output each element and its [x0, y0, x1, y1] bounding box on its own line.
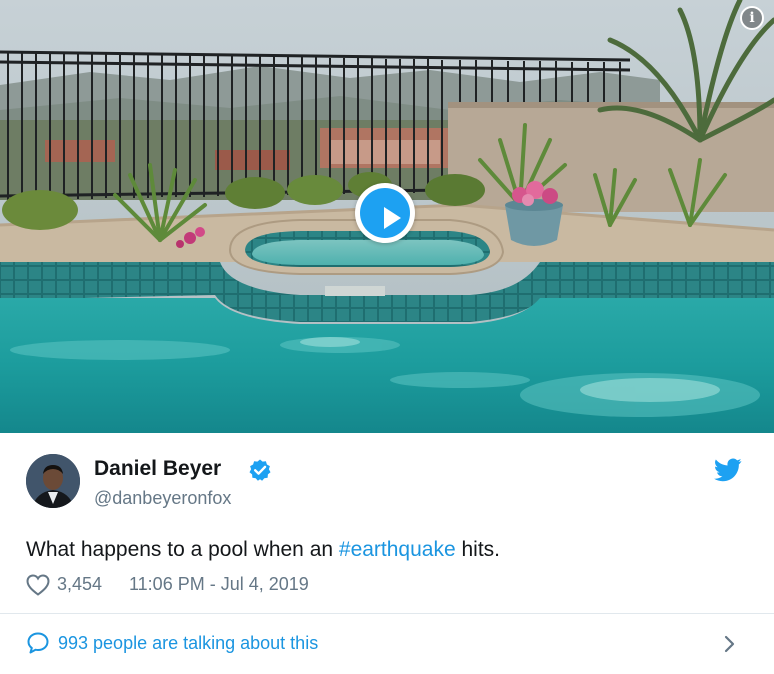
- hashtag-link[interactable]: #earthquake: [339, 538, 456, 561]
- talking-about-text: 993 people are talking about this: [58, 633, 319, 653]
- tweet-video[interactable]: i: [0, 0, 774, 433]
- play-button[interactable]: [355, 183, 415, 243]
- play-icon: [360, 188, 410, 238]
- author-handle[interactable]: @danbeyeronfox: [94, 488, 231, 509]
- like-count[interactable]: 3,454: [57, 574, 102, 595]
- tweet-text-after: hits.: [455, 538, 501, 561]
- embedded-tweet-card: i Daniel Beyer @danbeyeronfox What happe…: [0, 0, 774, 674]
- chevron-right-icon: [724, 635, 735, 653]
- conversation-link[interactable]: 993 people are talking about this: [0, 614, 774, 674]
- verified-badge-icon: [249, 459, 271, 481]
- tweet-timestamp[interactable]: 11:06 PM - Jul 4, 2019: [129, 574, 309, 595]
- speech-bubble-icon: [27, 632, 49, 654]
- tweet-text-before: What happens to a pool when an: [26, 538, 339, 561]
- heart-icon[interactable]: [26, 574, 50, 596]
- tweet-text: What happens to a pool when an #earthqua…: [26, 538, 500, 562]
- info-icon[interactable]: i: [740, 6, 764, 30]
- twitter-bird-icon[interactable]: [714, 458, 742, 482]
- author-name[interactable]: Daniel Beyer: [94, 457, 221, 481]
- avatar[interactable]: [26, 454, 80, 508]
